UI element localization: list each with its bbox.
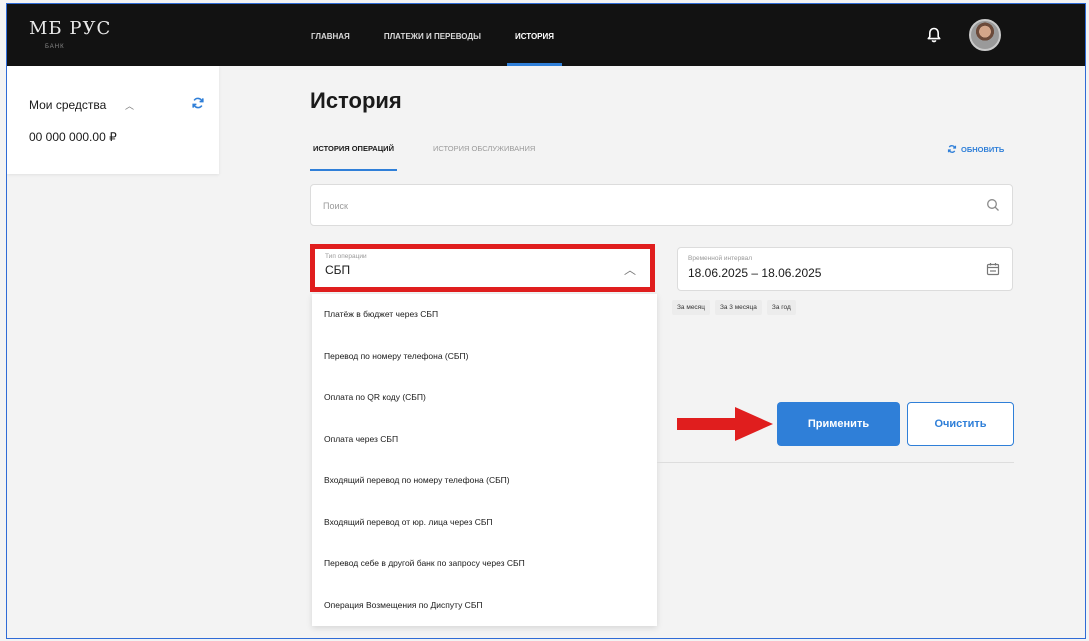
user-avatar[interactable] xyxy=(969,19,1001,51)
refresh-label: ОБНОВИТЬ xyxy=(961,144,1005,154)
operation-type-select[interactable]: Тип операции СБП ︿ xyxy=(310,244,655,292)
dropdown-option[interactable]: Перевод себе в другой банк по запросу че… xyxy=(312,543,657,585)
main-nav: ГЛАВНАЯ ПЛАТЕЖИ И ПЕРЕВОДЫ ИСТОРИЯ xyxy=(311,4,588,66)
nav-item-history[interactable]: ИСТОРИЯ xyxy=(506,4,563,66)
top-bar: МБ РУС БАНК ГЛАВНАЯ ПЛАТЕЖИ И ПЕРЕВОДЫ И… xyxy=(7,4,1085,66)
period-label: Временной интервал xyxy=(688,255,753,262)
period-field[interactable]: Временной интервал 18.06.2025 – 18.06.20… xyxy=(677,247,1013,291)
dropdown-option[interactable]: Входящий перевод по номеру телефона (СБП… xyxy=(312,460,657,502)
tab-service-history[interactable]: ИСТОРИЯ ОБСЛУЖИВАНИЯ xyxy=(433,144,535,153)
tab-operations-history[interactable]: ИСТОРИЯ ОПЕРАЦИЙ xyxy=(310,144,397,171)
nav-item-payments[interactable]: ПЛАТЕЖИ И ПЕРЕВОДЫ xyxy=(384,4,481,66)
funds-title[interactable]: Мои средства xyxy=(29,98,106,112)
bank-logo-subtitle: БАНК xyxy=(45,44,65,50)
operation-type-dropdown: Платёж в бюджет через СБП Перевод по ном… xyxy=(312,294,657,626)
operation-type-value: СБП xyxy=(325,263,351,277)
divider xyxy=(657,462,1014,463)
calendar-icon[interactable] xyxy=(986,262,1000,276)
chip-month[interactable]: За месяц xyxy=(672,300,710,315)
chip-year[interactable]: За год xyxy=(766,300,796,315)
operation-type-label: Тип операции xyxy=(325,253,367,260)
funds-card: Мои средства ︿ 00 000 000.00 ₽ xyxy=(7,66,219,174)
search-icon[interactable] xyxy=(986,198,1000,212)
dropdown-option[interactable]: Входящий перевод от юр. лица через СБП xyxy=(312,502,657,544)
dropdown-option[interactable]: Оплата по QR коду (СБП) xyxy=(312,377,657,419)
period-value: 18.06.2025 – 18.06.2025 xyxy=(688,266,822,280)
refresh-icon xyxy=(947,145,957,153)
dropdown-option[interactable]: Операция Возмещения по Диспуту СБП xyxy=(312,585,657,627)
nav-item-main[interactable]: ГЛАВНАЯ xyxy=(311,4,350,66)
bank-logo[interactable]: МБ РУС xyxy=(29,18,111,39)
funds-amount: 00 000 000.00 ₽ xyxy=(29,130,117,144)
chevron-up-icon[interactable]: ︿ xyxy=(125,99,134,112)
dropdown-option[interactable]: Оплата через СБП xyxy=(312,419,657,461)
red-arrow-annotation xyxy=(677,407,773,441)
page-title: История xyxy=(310,88,402,113)
search-input[interactable] xyxy=(323,197,963,215)
search-field[interactable] xyxy=(310,184,1013,226)
refresh-button[interactable]: ОБНОВИТЬ xyxy=(947,144,1004,154)
apply-button[interactable]: Применить xyxy=(777,402,900,446)
chevron-up-icon[interactable]: ︿ xyxy=(624,261,636,278)
period-presets: За месяц За 3 месяца За год xyxy=(672,300,796,315)
dropdown-option[interactable]: Платёж в бюджет через СБП xyxy=(312,294,657,336)
app-window: МБ РУС БАНК ГЛАВНАЯ ПЛАТЕЖИ И ПЕРЕВОДЫ И… xyxy=(6,3,1086,639)
dropdown-option[interactable]: Перевод по номеру телефона (СБП) xyxy=(312,336,657,378)
bell-icon[interactable] xyxy=(925,26,943,44)
chip-3-months[interactable]: За 3 месяца xyxy=(714,300,762,315)
refresh-icon[interactable] xyxy=(191,96,205,110)
clear-button[interactable]: Очистить xyxy=(907,402,1014,446)
